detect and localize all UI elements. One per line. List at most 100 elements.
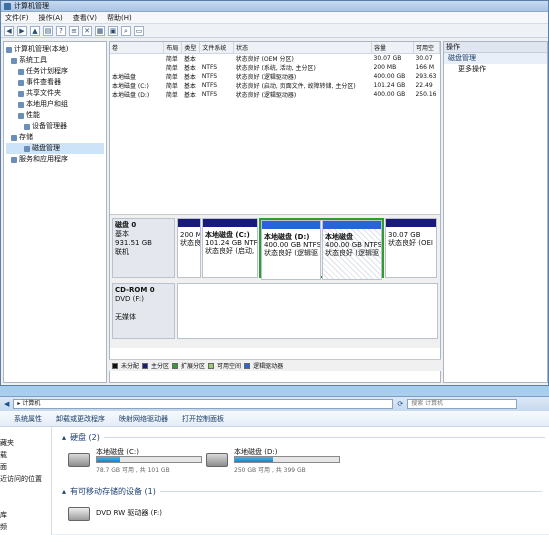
table-row[interactable]: 本地磁盘 简单 基本 NTFS 状态良好 (逻辑驱动器) 400.00 GB 293.63 [110,72,440,81]
legend-extended-swatch [172,362,179,369]
partition-title: 本地磁盘 (C:) [205,231,250,239]
removable-group-header[interactable]: ▴ 有可移动存储的设备 (1) [62,485,542,497]
col-status[interactable]: 状态 [233,42,373,54]
cdrom-body[interactable] [177,283,438,339]
partition-size: 400.00 GB NTFS [325,241,382,249]
up-folder-icon[interactable]: ▲ [30,25,40,36]
col-layout[interactable]: 布局 [163,42,183,54]
partition-state: 状态良好 (OEI [388,239,433,247]
computer-management-window[interactable]: 计算机管理 文件(F) 操作(A) 查看(V) 帮助(H) ◀ ▶ ▲ ▤ ? … [0,0,549,386]
back-icon[interactable]: ◀ [4,400,9,408]
nav-item[interactable]: 面 [0,461,51,473]
cdrom-label[interactable]: CD-ROM 0 DVD (F:) 无媒体 [112,283,175,339]
device-icon [24,123,30,130]
disk-graphical-view: 磁盘 0 基本 931.51 GB 联机 200 M 状态良 本地磁盘 (C:)… [110,214,440,348]
partition-c[interactable]: 本地磁盘 (C:) 101.24 GB NTF 状态良好 (启动, [202,218,258,278]
open-control-panel-button[interactable]: 打开控制面板 [182,414,224,424]
nav-item[interactable]: 频 [0,521,51,533]
tree-item-computer-management[interactable]: 计算机管理(本地) [6,44,104,55]
tree-item-event-viewer[interactable]: 事件查看器 [6,77,104,88]
actions-more[interactable]: 更多操作 [444,64,547,75]
search-input[interactable]: 搜索 计算机 [407,399,518,409]
drive-usage-fill [235,457,274,462]
tree-item-task-scheduler[interactable]: 任务计划程序 [6,66,104,77]
menu-file[interactable]: 文件(F) [5,13,29,23]
back-icon[interactable]: ◀ [4,25,14,36]
partition-local-disk[interactable]: 本地磁盘 400.00 GB NTFS 状态良好 (逻辑驱 [322,220,382,280]
col-filesystem[interactable]: 文件系统 [199,42,235,54]
drive-d[interactable]: 本地磁盘 (D:) 250 GB 可用 , 共 399 GB [206,447,346,477]
drive-c[interactable]: 本地磁盘 (C:) 78.7 GB 可用 , 共 101 GB [68,447,208,477]
disk-0-label[interactable]: 磁盘 0 基本 931.51 GB 联机 [112,218,175,278]
nav-item[interactable] [0,497,51,509]
show-tree-icon[interactable]: ▤ [43,25,53,36]
partition-d[interactable]: 本地磁盘 (D:) 400.00 GB NTFS 状态良好 (逻辑驱 [261,220,321,280]
menu-action[interactable]: 操作(A) [39,13,63,23]
refresh-icon[interactable]: ⟳ [397,400,403,408]
table-row[interactable]: 简单 基本 状态良好 (OEM 分区) 30.07 GB 30.07 [110,53,440,63]
legend-primary: 主分区 [151,363,170,370]
users-icon [18,101,24,108]
uninstall-program-button[interactable]: 卸载或更改程序 [56,414,105,424]
explorer-content: ▴ 硬盘 (2) 本地磁盘 (C:) 78.7 GB 可用 , 共 101 GB… [58,427,549,535]
col-type[interactable]: 类型 [181,42,201,54]
cdrom-type: DVD (F:) [115,295,144,303]
list-icon[interactable]: ≡ [69,25,79,36]
tree-item-local-users[interactable]: 本地用户和组 [6,99,104,110]
col-free[interactable]: 可用空 [413,42,441,54]
legend-extended: 扩展分区 [181,363,206,370]
nav-item[interactable]: 库 [0,509,51,521]
nav-item[interactable]: 近访问的位置 [0,473,51,485]
map-network-drive-button[interactable]: 映射网络驱动器 [119,414,168,424]
disk-0-type: 基本 [115,230,129,238]
dvd-drive[interactable]: DVD RW 驱动器 (F:) [68,501,208,531]
hard-disk-group-header[interactable]: ▴ 硬盘 (2) [62,431,545,443]
open-icon[interactable]: ▣ [108,25,118,36]
disk-icon[interactable]: ▭ [134,25,144,36]
command-bar: 系统属性 卸载或更改程序 映射网络驱动器 打开控制面板 [0,411,549,427]
disk-0-partitions: 200 M 状态良 本地磁盘 (C:) 101.24 GB NTF 状态良好 (… [177,218,438,280]
table-row[interactable]: 本地磁盘 (D:) 简单 基本 NTFS 状态良好 (逻辑驱动器) 400.00 GB 25… [110,90,440,99]
delete-icon[interactable]: ✕ [82,25,92,36]
help-icon[interactable]: ? [56,25,66,36]
system-properties-button[interactable]: 系统属性 [14,414,42,424]
legend-unallocated-swatch [112,362,118,369]
tree-item-system-tools[interactable]: 系统工具 [6,55,104,66]
partition-oem[interactable]: 30.07 GB 状态良好 (OEI [385,218,437,278]
cdrom-name: CD-ROM 0 [115,286,155,294]
group-title: 有可移动存储的设备 (1) [70,486,156,496]
cdrom-row: CD-ROM 0 DVD (F:) 无媒体 [112,283,438,339]
tree-item-disk-management[interactable]: 磁盘管理 [6,143,104,154]
disk-legend: 未分配 主分区 扩展分区 可用空间 逻辑驱动器 [109,359,441,371]
explorer-window[interactable]: ◀ ▸ 计算机 ⟳ 搜索 计算机 系统属性 卸载或更改程序 映射网络驱动器 打开… [0,396,549,535]
title-bar[interactable]: 计算机管理 [1,1,548,12]
forward-icon[interactable]: ▶ [17,25,27,36]
partition-size: 101.24 GB NTF [205,239,258,247]
nav-item[interactable] [0,485,51,497]
tree-item-services[interactable]: 服务和应用程序 [6,154,104,165]
actions-section-disk-management[interactable]: 磁盘管理 [444,53,547,64]
clock-icon [18,68,24,75]
table-row[interactable]: 本地磁盘 (C:) 简单 基本 NTFS 状态良好 (启动, 页面文件, 故障转储, 主… [110,81,440,90]
nav-item[interactable]: 藏夹 [0,437,51,449]
search-icon[interactable]: ⌕ [121,25,131,36]
col-volume[interactable]: 卷 [110,42,165,54]
legend-logical-swatch [244,362,251,369]
tree-item-device-manager[interactable]: 设备管理器 [6,121,104,132]
tree-item-storage[interactable]: 存储 [6,132,104,143]
tree-item-performance[interactable]: 性能 [6,110,104,121]
menu-view[interactable]: 查看(V) [73,13,97,23]
nav-item[interactable]: 载 [0,449,51,461]
table-row[interactable]: 简单 基本 NTFS 状态良好 (系统, 活动, 主分区) 200 MB 166 M [110,63,440,72]
col-capacity[interactable]: 容量 [371,42,414,54]
address-path: 计算机 [22,400,41,407]
event-icon [18,79,24,86]
hard-drive-icon [206,453,228,467]
volume-table-header: 卷 布局 类型 文件系统 状态 容量 可用空 [110,42,441,54]
group-divider [159,490,542,492]
partition-system-reserved[interactable]: 200 M 状态良 [177,218,201,278]
tree-item-shared-folders[interactable]: 共享文件夹 [6,88,104,99]
properties-icon[interactable]: ▦ [95,25,105,36]
menu-help[interactable]: 帮助(H) [107,13,132,23]
address-bar[interactable]: ▸ 计算机 [13,399,394,409]
